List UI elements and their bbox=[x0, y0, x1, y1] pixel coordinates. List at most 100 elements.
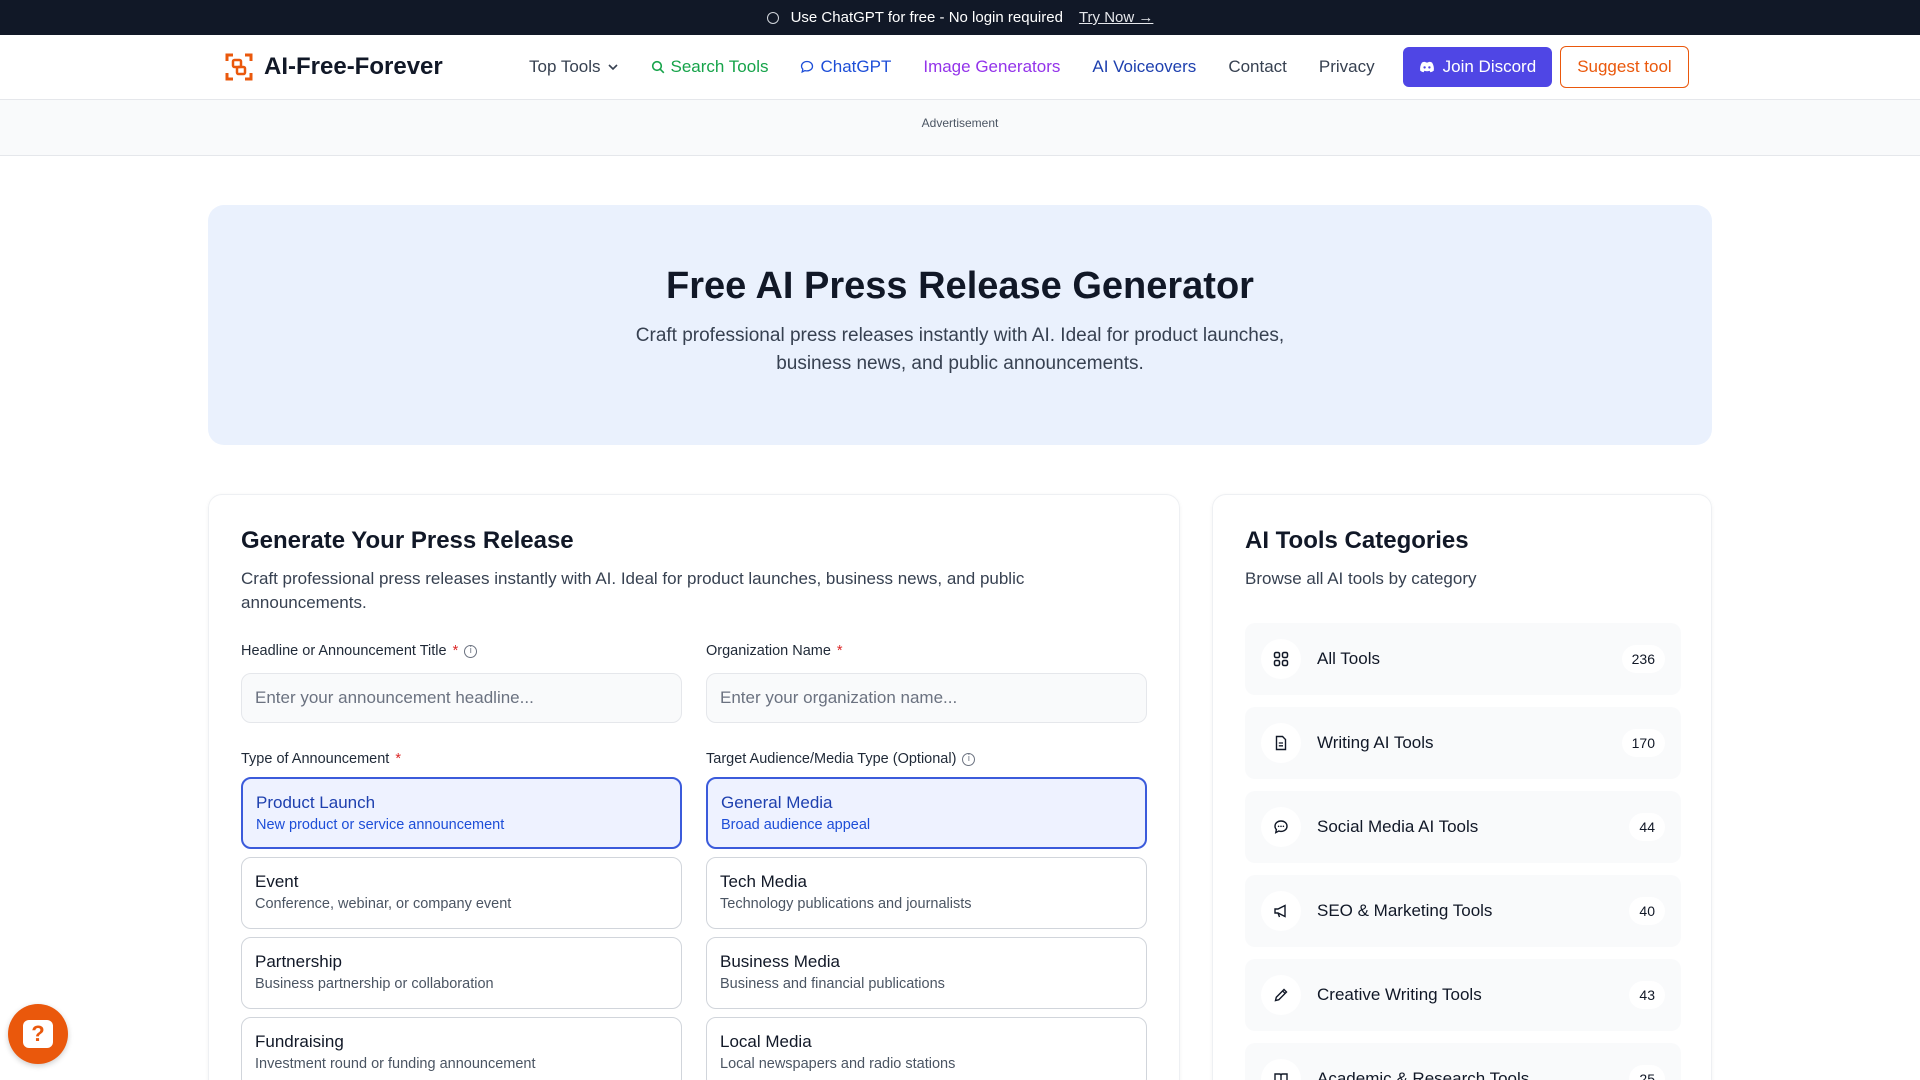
option-general-media[interactable]: General Media Broad audience appeal bbox=[706, 777, 1147, 849]
join-discord-label: Join Discord bbox=[1442, 57, 1537, 76]
option-partnership[interactable]: Partnership Business partnership or coll… bbox=[241, 937, 682, 1009]
category-seo-marketing-tools[interactable]: SEO & Marketing Tools 40 bbox=[1245, 875, 1681, 947]
category-social-media-ai-tools[interactable]: Social Media AI Tools 44 bbox=[1245, 791, 1681, 863]
page-title: Free AI Press Release Generator bbox=[666, 265, 1254, 307]
option-fundraising[interactable]: Fundraising Investment round or funding … bbox=[241, 1017, 682, 1080]
category-label: Writing AI Tools bbox=[1317, 733, 1434, 752]
form-title: Generate Your Press Release bbox=[241, 527, 574, 554]
pencil-icon bbox=[1261, 975, 1301, 1015]
help-chat-button[interactable]: ? bbox=[8, 1004, 68, 1064]
nav-search-tools[interactable]: Search Tools bbox=[651, 57, 769, 77]
category-list: All Tools 236 Writing AI Tools 170 Socia… bbox=[1245, 623, 1681, 1080]
categories-panel: AI Tools Categories Browse all AI tools … bbox=[1212, 494, 1712, 1080]
nav-privacy[interactable]: Privacy bbox=[1319, 57, 1375, 77]
option-event[interactable]: Event Conference, webinar, or company ev… bbox=[241, 857, 682, 929]
help-icon: ? bbox=[23, 1020, 53, 1048]
option-title: Fundraising bbox=[255, 1032, 344, 1051]
nav-contact[interactable]: Contact bbox=[1228, 57, 1287, 77]
option-subtitle: Business partnership or collaboration bbox=[255, 976, 494, 992]
nav-chatgpt-label: ChatGPT bbox=[820, 57, 892, 76]
nav-image-generators[interactable]: Image Generators bbox=[923, 57, 1060, 77]
category-label: Creative Writing Tools bbox=[1317, 985, 1482, 1004]
info-icon[interactable]: i bbox=[962, 752, 976, 766]
document-icon bbox=[1261, 723, 1301, 763]
audience-options: General Media Broad audience appeal Tech… bbox=[706, 777, 1147, 1080]
category-label: Social Media AI Tools bbox=[1317, 817, 1479, 836]
option-subtitle: New product or service announcement bbox=[256, 817, 505, 833]
category-count: 43 bbox=[1629, 981, 1665, 1009]
option-subtitle: Investment round or funding announcement bbox=[255, 1056, 536, 1072]
nav-search-tools-label: Search Tools bbox=[670, 57, 769, 76]
try-now-link[interactable]: Try Now → bbox=[1079, 9, 1153, 26]
categories-title: AI Tools Categories bbox=[1245, 527, 1469, 554]
category-count: 44 bbox=[1629, 813, 1665, 841]
organization-input[interactable] bbox=[706, 673, 1147, 723]
category-academic-research-tools[interactable]: Academic & Research Tools 25 bbox=[1245, 1043, 1681, 1080]
category-writing-ai-tools[interactable]: Writing AI Tools 170 bbox=[1245, 707, 1681, 779]
audience-label: Target Audience/Media Type (Optional) bbox=[706, 751, 957, 767]
category-label: All Tools bbox=[1317, 649, 1380, 668]
page-subtitle: Craft professional press releases instan… bbox=[635, 325, 1285, 374]
category-label: Academic & Research Tools bbox=[1317, 1069, 1530, 1080]
announcement-bar: Use ChatGPT for free - No login required… bbox=[0, 0, 1920, 35]
suggest-tool-button[interactable]: Suggest tool bbox=[1560, 46, 1689, 88]
category-creative-writing-tools[interactable]: Creative Writing Tools 43 bbox=[1245, 959, 1681, 1031]
option-business-media[interactable]: Business Media Business and financial pu… bbox=[706, 937, 1147, 1009]
option-subtitle: Business and financial publications bbox=[720, 976, 945, 992]
option-title: Event bbox=[255, 872, 299, 891]
required-mark: * bbox=[836, 643, 843, 659]
category-label: SEO & Marketing Tools bbox=[1317, 901, 1493, 920]
option-title: Product Launch bbox=[256, 793, 376, 812]
headline-input[interactable] bbox=[241, 673, 682, 723]
nav-ai-voiceovers[interactable]: AI Voiceovers bbox=[1092, 57, 1196, 77]
nav-links: Top Tools Search Tools ChatGPT Image Gen… bbox=[529, 46, 1689, 88]
join-discord-button[interactable]: Join Discord bbox=[1402, 47, 1553, 87]
category-count: 25 bbox=[1629, 1065, 1665, 1080]
category-all-tools[interactable]: All Tools 236 bbox=[1245, 623, 1681, 695]
category-count: 170 bbox=[1621, 729, 1665, 757]
logo-icon bbox=[225, 53, 253, 81]
text-fields-row: Headline or Announcement Title * i Organ… bbox=[241, 641, 1147, 723]
required-mark: * bbox=[452, 643, 459, 659]
option-title: General Media bbox=[721, 793, 833, 812]
option-subtitle: Broad audience appeal bbox=[721, 817, 871, 833]
option-local-media[interactable]: Local Media Local newspapers and radio s… bbox=[706, 1017, 1147, 1080]
categories-subtitle: Browse all AI tools by category bbox=[1245, 569, 1477, 588]
nav-contact-label: Contact bbox=[1228, 57, 1287, 76]
announcement-type-options: Product Launch New product or service an… bbox=[241, 777, 682, 1080]
navbar: AI-Free-Forever Top Tools Search Tools C… bbox=[0, 35, 1920, 100]
nav-image-generators-label: Image Generators bbox=[923, 57, 1061, 76]
options-row: Type of Announcement * Product Launch Ne… bbox=[241, 749, 1147, 1080]
search-icon bbox=[651, 60, 664, 74]
grid-icon bbox=[1261, 639, 1301, 679]
option-title: Partnership bbox=[255, 952, 342, 971]
nav-top-tools-label: Top Tools bbox=[529, 57, 601, 76]
nav-top-tools[interactable]: Top Tools bbox=[529, 57, 619, 77]
brand-name: AI-Free-Forever bbox=[264, 53, 443, 80]
chat-icon bbox=[766, 11, 779, 24]
option-title: Tech Media bbox=[720, 872, 807, 891]
option-tech-media[interactable]: Tech Media Technology publications and j… bbox=[706, 857, 1147, 929]
form-description: Craft professional press releases instan… bbox=[241, 569, 1025, 612]
hero-section: Free AI Press Release Generator Craft pr… bbox=[208, 205, 1712, 445]
option-subtitle: Conference, webinar, or company event bbox=[255, 896, 512, 912]
ad-strip: Advertisement bbox=[0, 100, 1920, 156]
required-mark: * bbox=[395, 751, 401, 767]
option-product-launch[interactable]: Product Launch New product or service an… bbox=[241, 777, 682, 849]
chat-bubble-icon bbox=[801, 60, 814, 74]
nav-ai-voiceovers-label: AI Voiceovers bbox=[1092, 57, 1197, 76]
org-label-row: Organization Name * bbox=[706, 641, 1147, 661]
chevron-down-icon bbox=[607, 64, 618, 71]
option-title: Local Media bbox=[720, 1032, 812, 1051]
info-icon[interactable]: i bbox=[464, 644, 478, 658]
megaphone-icon bbox=[1261, 891, 1301, 931]
announcement-text: Use ChatGPT for free - No login required bbox=[790, 9, 1063, 26]
option-title: Business Media bbox=[720, 952, 841, 971]
help-label: ? bbox=[31, 1021, 45, 1046]
category-count: 236 bbox=[1621, 645, 1665, 673]
type-label-row: Type of Announcement * bbox=[241, 749, 682, 769]
press-release-form: Generate Your Press Release Craft profes… bbox=[208, 494, 1180, 1080]
logo[interactable]: AI-Free-Forever bbox=[224, 52, 529, 82]
nav-chatgpt[interactable]: ChatGPT bbox=[800, 57, 891, 77]
headline-label: Headline or Announcement Title bbox=[241, 643, 447, 659]
